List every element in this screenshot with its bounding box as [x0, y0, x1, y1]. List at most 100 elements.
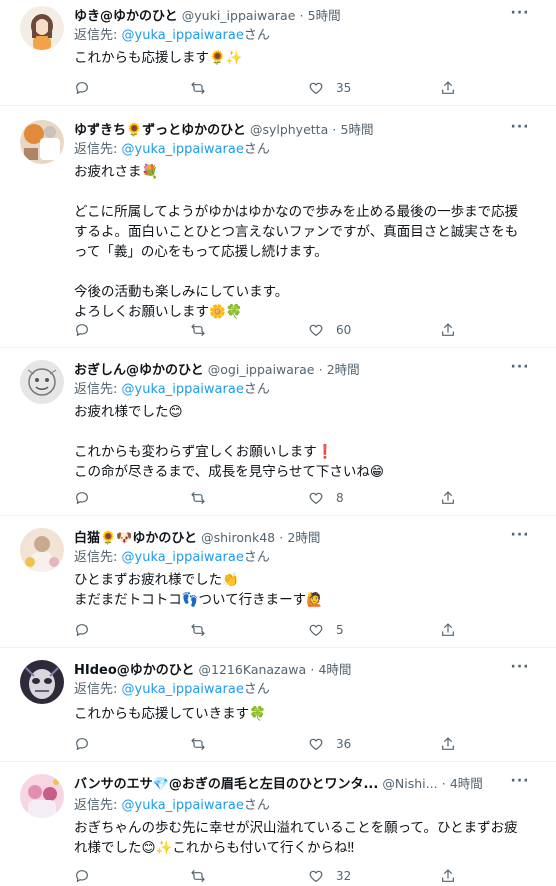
text-line: おぎちゃんの歩む先に幸せが沢山溢れていることを願って。ひとまずお疲: [74, 820, 518, 836]
display-name[interactable]: HIdeo@ゆかのひと: [74, 663, 194, 678]
mention-link[interactable]: @yuka_ippaiwarae: [122, 142, 244, 157]
avatar[interactable]: [20, 360, 64, 404]
separator-dot: ·: [318, 362, 323, 377]
retweet-icon: [191, 870, 205, 882]
text-line: [74, 262, 534, 282]
share-button[interactable]: [440, 734, 456, 754]
share-icon: [442, 869, 454, 882]
user-handle[interactable]: @sylphyetta: [250, 122, 328, 137]
retweet-button[interactable]: [190, 734, 206, 754]
retweet-icon: [191, 624, 205, 636]
like-button[interactable]: 32: [308, 866, 351, 886]
avatar[interactable]: [20, 660, 64, 704]
separator-dot: ·: [310, 662, 315, 677]
share-button[interactable]: [440, 866, 456, 886]
avatar[interactable]: [20, 6, 64, 50]
mention-link[interactable]: @yuka_ippaiwarae: [122, 798, 244, 813]
avatar-photo-pink-icon: [20, 774, 64, 818]
tweet[interactable]: ゆずきち🌻ずっとゆかのひと @sylphyetta · 5時間 ··· 返信先:…: [0, 106, 556, 348]
timestamp[interactable]: 2時間: [327, 362, 360, 377]
tweet[interactable]: おぎしん@ゆかのひと @ogi_ippaiwarae · 2時間 ··· 返信先…: [0, 348, 556, 516]
reply-icon: [76, 870, 88, 882]
avatar[interactable]: [20, 774, 64, 818]
timestamp[interactable]: 4時間: [318, 662, 351, 677]
user-handle[interactable]: @shironk48: [201, 530, 275, 545]
user-handle[interactable]: @1216Kanazawa: [199, 662, 307, 677]
more-options-icon[interactable]: ···: [510, 120, 530, 140]
reply-button[interactable]: [74, 620, 90, 640]
mention-link[interactable]: @yuka_ippaiwarae: [122, 682, 244, 697]
action-bar: 36: [74, 734, 474, 754]
text-line: [74, 422, 534, 442]
retweet-icon: [191, 324, 205, 336]
share-button[interactable]: [440, 78, 456, 98]
more-options-icon[interactable]: ···: [510, 660, 530, 680]
more-options-icon[interactable]: ···: [510, 6, 530, 26]
timestamp[interactable]: 4時間: [450, 776, 483, 791]
reply-suffix: さん: [243, 550, 270, 565]
more-options-icon[interactable]: ···: [510, 360, 530, 380]
user-handle[interactable]: @ogi_ippaiwarae: [208, 362, 315, 377]
text-line: これからも応援していきます🍀: [74, 706, 266, 722]
retweet-button[interactable]: [190, 866, 206, 886]
mention-link[interactable]: @yuka_ippaiwarae: [122, 382, 244, 397]
reply-button[interactable]: [74, 488, 90, 508]
user-handle[interactable]: @Nishi...: [382, 776, 437, 791]
share-button[interactable]: [440, 620, 456, 640]
avatar-sketch-icon: [20, 360, 64, 404]
text-line: どこに所属してようがゆかはゆかなので歩みを止める最後の一歩まで応援: [74, 204, 519, 220]
tweet[interactable]: バンサのエサ💎@おぎの眉毛と左目のひとワンタ... @Nishi... · 4時…: [0, 762, 556, 886]
reply-icon: [76, 492, 88, 504]
text-line: お疲れさま💐: [74, 164, 159, 180]
reply-icon: [76, 624, 88, 636]
retweet-button[interactable]: [190, 488, 206, 508]
tweet[interactable]: ゆき@ゆかのひと @yuki_ippaiwarae · 5時間 ··· 返信先:…: [0, 0, 556, 106]
action-bar: 5: [74, 620, 474, 640]
reply-button[interactable]: [74, 734, 90, 754]
reply-prefix: 返信先:: [74, 142, 118, 157]
mention-link[interactable]: @yuka_ippaiwarae: [122, 28, 244, 43]
text-line: まだまだトコトコ👣ついて行きまーす🙋: [74, 592, 323, 608]
like-button[interactable]: 60: [308, 320, 351, 340]
share-icon: [442, 323, 454, 336]
reply-button[interactable]: [74, 78, 90, 98]
retweet-button[interactable]: [190, 620, 206, 640]
like-button[interactable]: 35: [308, 78, 351, 98]
like-button[interactable]: 5: [308, 620, 344, 640]
tweet-text: ひとまずお疲れ様でした👏 まだまだトコトコ👣ついて行きまーす🙋: [74, 570, 534, 610]
text-line: って「義」の心をもって応援し続けます。: [74, 244, 328, 260]
display-name[interactable]: バンサのエサ💎@おぎの眉毛と左目のひとワンタ...: [74, 777, 378, 792]
heart-icon: [309, 324, 323, 336]
reply-prefix: 返信先:: [74, 682, 118, 697]
reply-to-line: 返信先: @yuka_ippaiwaraeさん: [74, 380, 270, 400]
retweet-button[interactable]: [190, 78, 206, 98]
reply-suffix: さん: [243, 142, 270, 157]
timestamp[interactable]: 5時間: [308, 8, 341, 23]
reply-suffix: さん: [243, 798, 270, 813]
retweet-icon: [191, 492, 205, 504]
like-button[interactable]: 8: [308, 488, 344, 508]
user-handle[interactable]: @yuki_ippaiwarae: [182, 8, 296, 23]
reply-button[interactable]: [74, 866, 90, 886]
more-options-icon[interactable]: ···: [510, 528, 530, 548]
like-button[interactable]: 36: [308, 734, 351, 754]
avatar[interactable]: [20, 120, 64, 164]
tweet[interactable]: HIdeo@ゆかのひと @1216Kanazawa · 4時間 ··· 返信先:…: [0, 648, 556, 762]
share-button[interactable]: [440, 320, 456, 340]
avatar[interactable]: [20, 528, 64, 572]
tweet-text: お疲れ様でした😊 これからも変わらず宜しくお願いします❗ この命が尽きるまで、成…: [74, 402, 534, 482]
tweet-text: お疲れさま💐 どこに所属してようがゆかはゆかなので歩みを止める最後の一歩まで応援…: [74, 162, 534, 322]
more-options-icon[interactable]: ···: [510, 774, 530, 794]
reply-button[interactable]: [74, 320, 90, 340]
timestamp[interactable]: 2時間: [287, 530, 320, 545]
display-name[interactable]: おぎしん@ゆかのひと: [74, 363, 204, 378]
retweet-button[interactable]: [190, 320, 206, 340]
tweet[interactable]: 白猫🌻🐶ゆかのひと @shironk48 · 2時間 ··· 返信先: @yuk…: [0, 516, 556, 648]
display-name[interactable]: ゆき@ゆかのひと: [74, 9, 178, 24]
display-name[interactable]: 白猫🌻🐶ゆかのひと: [74, 531, 197, 546]
mention-link[interactable]: @yuka_ippaiwarae: [122, 550, 244, 565]
timestamp[interactable]: 5時間: [341, 122, 374, 137]
display-name[interactable]: ゆずきち🌻ずっとゆかのひと: [74, 123, 246, 138]
reply-to-line: 返信先: @yuka_ippaiwaraeさん: [74, 680, 270, 700]
share-button[interactable]: [440, 488, 456, 508]
